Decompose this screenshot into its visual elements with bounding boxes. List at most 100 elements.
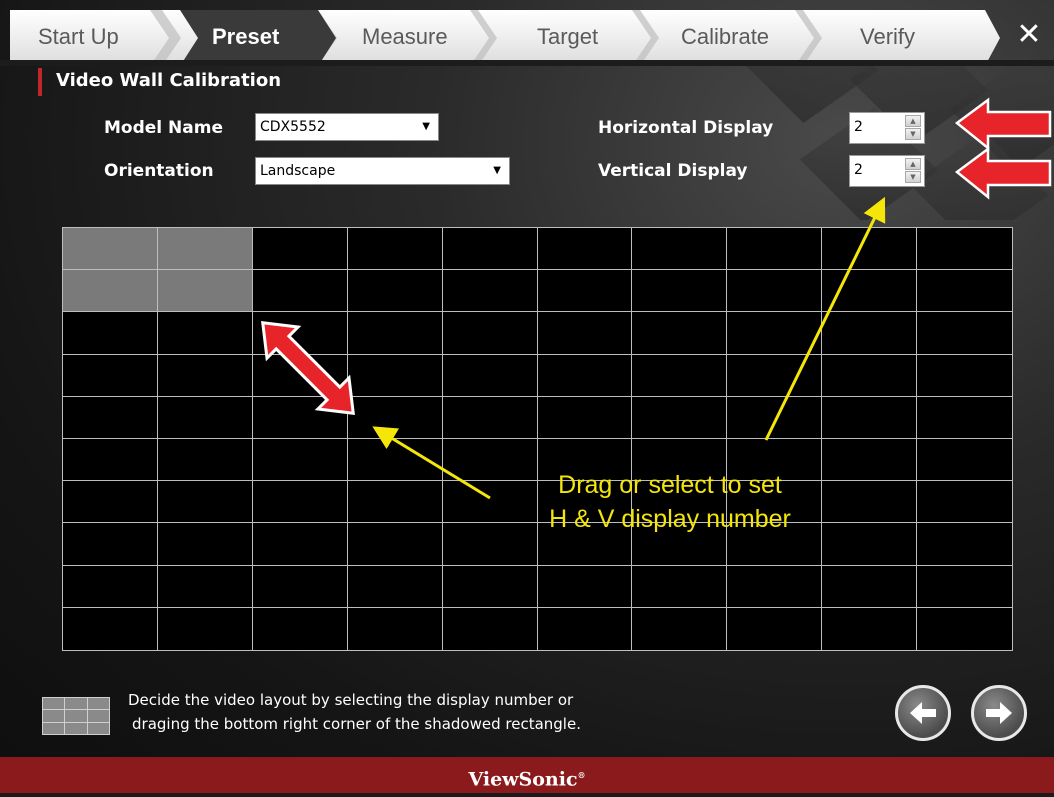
grid-cell[interactable]: [347, 270, 443, 313]
stepper-down-icon[interactable]: ▼: [905, 171, 921, 183]
grid-cell[interactable]: [537, 565, 633, 608]
grid-cell[interactable]: [822, 354, 918, 397]
grid-cell[interactable]: [63, 228, 158, 271]
grid-cell[interactable]: [822, 565, 918, 608]
grid-cell[interactable]: [252, 270, 348, 313]
grid-cell[interactable]: [443, 607, 538, 650]
grid-cell[interactable]: [348, 607, 443, 650]
grid-cell[interactable]: [442, 354, 538, 397]
horizontal-display-stepper[interactable]: 2 ▲ ▼: [849, 112, 925, 144]
grid-cell[interactable]: [537, 354, 633, 397]
grid-cell[interactable]: [632, 607, 728, 650]
grid-cell[interactable]: [252, 396, 348, 439]
grid-cell[interactable]: [157, 270, 253, 313]
grid-cell[interactable]: [347, 523, 443, 566]
grid-cell[interactable]: [63, 481, 158, 524]
grid-cell[interactable]: [63, 607, 158, 650]
grid-cell[interactable]: [917, 355, 1012, 397]
grid-cell[interactable]: [347, 481, 443, 524]
grid-cell[interactable]: [917, 481, 1012, 524]
grid-cell[interactable]: [822, 228, 918, 271]
step-target[interactable]: Target: [537, 24, 598, 50]
grid-cell[interactable]: [442, 396, 538, 439]
grid-cell[interactable]: [347, 312, 443, 355]
grid-cell[interactable]: [442, 228, 538, 271]
grid-cell[interactable]: [63, 523, 158, 566]
grid-cell[interactable]: [442, 312, 538, 355]
grid-cell[interactable]: [252, 481, 348, 524]
grid-cell[interactable]: [632, 354, 728, 397]
grid-cell[interactable]: [632, 396, 728, 439]
video-wall-grid[interactable]: [62, 227, 1013, 651]
grid-cell[interactable]: [917, 608, 1012, 650]
grid-cell[interactable]: [917, 228, 1012, 271]
grid-cell[interactable]: [442, 565, 538, 608]
stepper-up-icon[interactable]: ▲: [905, 115, 921, 127]
grid-cell[interactable]: [252, 228, 348, 271]
grid-cell[interactable]: [157, 481, 253, 524]
vertical-display-stepper[interactable]: 2 ▲ ▼: [849, 155, 925, 187]
grid-cell[interactable]: [157, 312, 253, 355]
grid-cell[interactable]: [727, 270, 823, 313]
grid-cell[interactable]: [347, 228, 443, 271]
grid-cell[interactable]: [347, 396, 443, 439]
stepper-down-icon[interactable]: ▼: [905, 128, 921, 140]
step-calibrate[interactable]: Calibrate: [681, 24, 769, 50]
grid-cell[interactable]: [822, 270, 918, 313]
grid-cell[interactable]: [537, 270, 633, 313]
grid-cell[interactable]: [537, 312, 633, 355]
grid-cell[interactable]: [632, 270, 728, 313]
grid-cell[interactable]: [157, 354, 253, 397]
grid-cell[interactable]: [63, 270, 158, 313]
grid-cell[interactable]: [347, 439, 443, 482]
grid-cell[interactable]: [632, 565, 728, 608]
back-button[interactable]: [895, 685, 951, 741]
grid-cell[interactable]: [727, 354, 823, 397]
grid-cell[interactable]: [917, 397, 1012, 439]
grid-cell[interactable]: [442, 270, 538, 313]
grid-cell[interactable]: [157, 523, 253, 566]
grid-cell[interactable]: [727, 607, 823, 650]
grid-cell[interactable]: [822, 312, 918, 355]
grid-cell[interactable]: [822, 396, 918, 439]
step-start-up[interactable]: Start Up: [38, 24, 119, 50]
grid-cell[interactable]: [63, 396, 158, 439]
next-button[interactable]: [971, 685, 1027, 741]
grid-cell[interactable]: [157, 396, 253, 439]
grid-cell[interactable]: [632, 228, 728, 271]
model-name-select[interactable]: CDX5552 ▼: [255, 113, 439, 141]
orientation-select[interactable]: Landscape ▼: [255, 157, 510, 185]
step-verify[interactable]: Verify: [860, 24, 915, 50]
grid-cell[interactable]: [63, 565, 158, 608]
grid-cell[interactable]: [252, 439, 348, 482]
grid-cell[interactable]: [727, 565, 823, 608]
grid-cell[interactable]: [917, 439, 1012, 482]
grid-cell[interactable]: [63, 354, 158, 397]
grid-cell[interactable]: [157, 565, 253, 608]
grid-cell[interactable]: [252, 312, 348, 355]
close-icon[interactable]: ✕: [1012, 18, 1046, 52]
grid-cell[interactable]: [917, 523, 1012, 566]
grid-cell[interactable]: [917, 566, 1012, 608]
grid-cell[interactable]: [157, 439, 253, 482]
grid-cell[interactable]: [252, 565, 348, 608]
grid-cell[interactable]: [917, 270, 1012, 313]
step-measure[interactable]: Measure: [362, 24, 448, 50]
grid-cell[interactable]: [822, 607, 918, 650]
grid-cell[interactable]: [917, 312, 1012, 355]
grid-cell[interactable]: [537, 228, 633, 271]
stepper-up-icon[interactable]: ▲: [905, 158, 921, 170]
grid-cell[interactable]: [252, 354, 348, 397]
grid-cell[interactable]: [158, 607, 253, 650]
grid-cell[interactable]: [727, 228, 823, 271]
grid-cell[interactable]: [347, 565, 443, 608]
grid-cell[interactable]: [63, 312, 158, 355]
grid-cell[interactable]: [632, 312, 728, 355]
grid-cell[interactable]: [538, 607, 633, 650]
grid-cell[interactable]: [727, 312, 823, 355]
grid-cell[interactable]: [252, 523, 348, 566]
grid-cell[interactable]: [253, 607, 348, 650]
grid-cell[interactable]: [63, 439, 158, 482]
grid-cell[interactable]: [157, 228, 253, 271]
grid-cell[interactable]: [537, 396, 633, 439]
